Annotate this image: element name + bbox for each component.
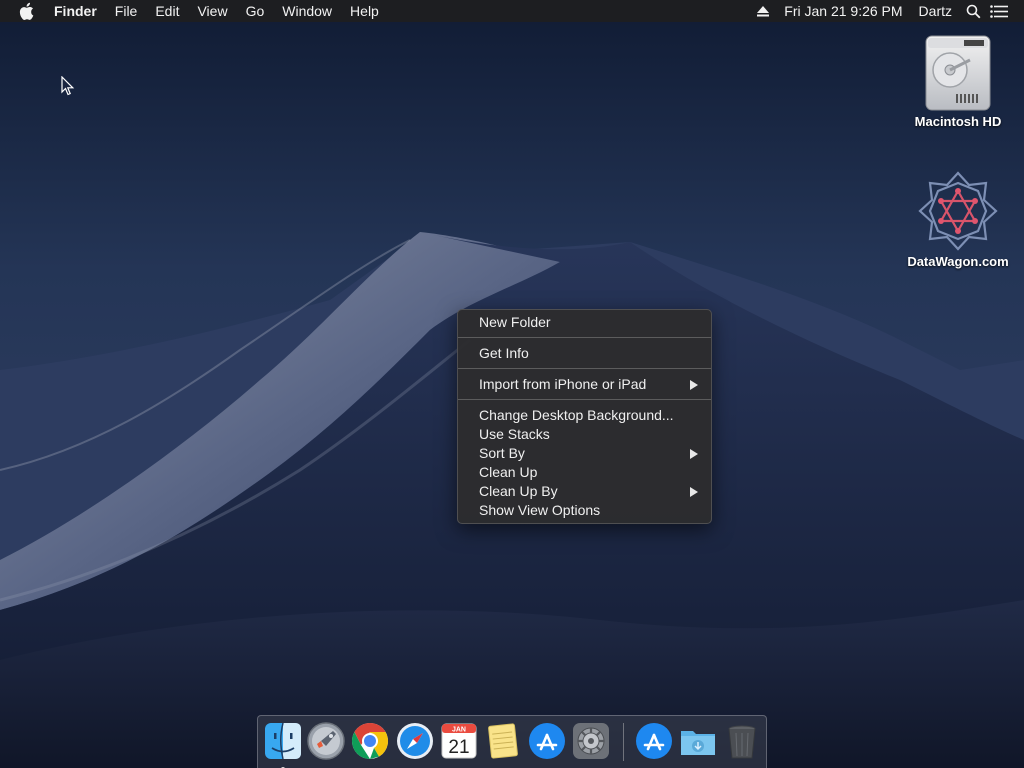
desktop-icon-label: DataWagon.com [907, 254, 1009, 269]
calendar-day: 21 [448, 737, 469, 758]
downloads-folder-icon [681, 731, 715, 755]
menu-item-label: Import from iPhone or iPad [479, 376, 647, 392]
menu-item-use-stacks[interactable]: Use Stacks [458, 425, 711, 444]
dock-item-safari[interactable] [395, 721, 435, 761]
menu-item-show-view-options[interactable]: Show View Options [458, 501, 711, 520]
dock-item-system-preferences[interactable] [571, 721, 611, 761]
apple-menu-icon[interactable] [19, 2, 37, 20]
submenu-arrow-icon [690, 380, 698, 390]
menu-bar: Finder File Edit View Go Window Help Fri… [0, 0, 1024, 22]
dock-item-app-store-folder[interactable] [634, 721, 674, 761]
menubar-user[interactable]: Dartz [911, 0, 960, 22]
gear-icon [573, 723, 609, 759]
dock-item-downloads[interactable] [678, 721, 718, 761]
dock-item-launchpad[interactable] [306, 721, 346, 761]
app-store-icon [636, 723, 672, 759]
dock-item-finder[interactable] [263, 721, 303, 768]
menu-item-clean-up-by[interactable]: Clean Up By [458, 482, 711, 501]
submenu-arrow-icon [690, 449, 698, 459]
menu-separator [458, 368, 711, 369]
menu-item-sort-by[interactable]: Sort By [458, 444, 711, 463]
menu-edit[interactable]: Edit [146, 0, 188, 22]
dock: JAN 21 [257, 715, 767, 768]
menu-item-new-folder[interactable]: New Folder [458, 313, 711, 332]
safari-compass-icon [397, 723, 433, 759]
calendar-month: JAN [452, 727, 466, 734]
menubar-clock[interactable]: Fri Jan 21 9:26 PM [776, 0, 910, 22]
dock-item-notes[interactable] [483, 721, 523, 761]
menu-view[interactable]: View [188, 0, 236, 22]
menu-separator [458, 399, 711, 400]
mouse-cursor-icon [61, 76, 75, 96]
trash-icon [728, 725, 756, 759]
chrome-icon [351, 723, 389, 759]
menu-separator [458, 337, 711, 338]
notification-center-icon[interactable] [986, 0, 1012, 22]
dock-item-chrome[interactable] [350, 721, 390, 761]
menu-window[interactable]: Window [273, 0, 341, 22]
app-store-icon [529, 723, 565, 759]
dock-item-trash[interactable] [722, 721, 762, 761]
menu-help[interactable]: Help [341, 0, 388, 22]
notes-icon [488, 723, 518, 759]
menu-file[interactable]: File [106, 0, 147, 22]
calendar-icon: JAN 21 [441, 723, 477, 759]
desktop-icon-datawagon[interactable]: DataWagon.com [903, 168, 1013, 269]
hard-drive-icon [925, 35, 991, 111]
menu-item-get-info[interactable]: Get Info [458, 344, 711, 363]
dock-item-calendar[interactable]: JAN 21 [439, 721, 479, 761]
menu-item-label: Clean Up By [479, 483, 558, 499]
launchpad-rocket-icon [307, 722, 345, 760]
menu-item-import-from-iphone[interactable]: Import from iPhone or iPad [458, 375, 711, 394]
desktop-icon-label: Macintosh HD [914, 114, 1002, 129]
dock-separator [623, 723, 624, 761]
desktop-context-menu: New Folder Get Info Import from iPhone o… [457, 309, 712, 524]
menu-item-change-desktop-background[interactable]: Change Desktop Background... [458, 406, 711, 425]
menu-item-clean-up[interactable]: Clean Up [458, 463, 711, 482]
menu-item-label: Sort By [479, 445, 525, 461]
menu-go[interactable]: Go [237, 0, 274, 22]
desktop-icon-macintosh-hd[interactable]: Macintosh HD [903, 30, 1013, 129]
menu-app-finder[interactable]: Finder [52, 0, 106, 22]
spotlight-search-icon[interactable] [960, 0, 986, 22]
submenu-arrow-icon [690, 487, 698, 497]
datawagon-logo-icon [918, 171, 998, 251]
eject-icon[interactable] [750, 0, 776, 22]
finder-icon [265, 722, 301, 760]
dock-item-app-store[interactable] [527, 721, 567, 761]
